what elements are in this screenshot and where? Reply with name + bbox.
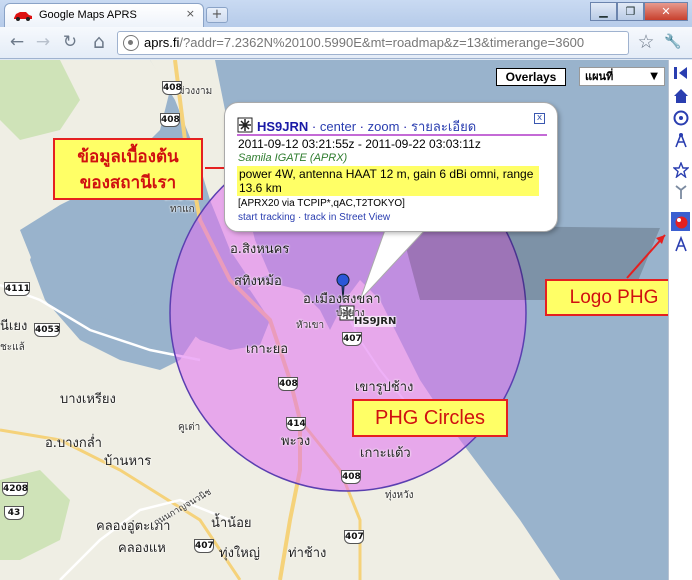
tracks-icon[interactable] — [671, 234, 690, 253]
map-canvas[interactable]: ม่วงงาม อ.สิงหนคร สทิงหม้อ อ.เมืองสงขลา … — [0, 60, 668, 580]
reload-icon[interactable]: ↻ — [59, 31, 81, 53]
tab-google-maps-aprs[interactable]: Google Maps APRS × — [4, 3, 204, 27]
home-icon[interactable]: ⌂ — [88, 31, 110, 53]
route-shield: 408 — [160, 113, 180, 127]
tool-sidebar — [668, 60, 692, 580]
tab-title: Google Maps APRS — [39, 9, 137, 21]
map-label: ท่าช้าง — [288, 546, 327, 561]
new-tab-button[interactable]: + — [206, 7, 228, 23]
car-icon — [14, 12, 32, 21]
map-label: พะวง — [281, 434, 311, 449]
map-label: ม่วงงาม — [178, 86, 213, 97]
separator: · — [311, 119, 317, 134]
phg-logo-icon[interactable] — [671, 212, 690, 231]
map-label: ทุ่งหวัง — [385, 490, 414, 501]
annotation-station-info: ข้อมูลเบื้องต้น ของสถานีเรา — [53, 138, 203, 200]
start-tracking-link[interactable]: start tracking — [238, 212, 295, 223]
wrench-menu-icon[interactable]: 🔧 — [662, 31, 684, 53]
street-view-link[interactable]: track in Street View — [304, 212, 390, 223]
annotation-line: ข้อมูลเบื้องต้น — [77, 147, 179, 166]
packet-path: [APRX20 via TCPIP*,qAC,T2TOKYO] — [238, 198, 405, 209]
url-host: aprs.fi — [144, 35, 180, 50]
map-label: ทุ่งใหญ่ — [219, 546, 260, 561]
separator: · — [298, 212, 302, 223]
address-url: aprs.fi/?addr=7.2362N%20100.5990E&mt=roa… — [144, 35, 584, 50]
map-label: เกาะแต้ว — [360, 446, 411, 461]
collapse-panel-icon[interactable] — [671, 63, 690, 82]
route-shield: 408 — [341, 470, 361, 484]
chevron-down-icon: ▼ — [650, 71, 658, 82]
route-shield: 407 — [344, 530, 364, 544]
tab-close-icon[interactable]: × — [186, 7, 195, 20]
restore-button[interactable]: ❐ — [617, 2, 644, 21]
minimize-button[interactable]: ▁ — [590, 2, 617, 21]
route-shield: 414 — [286, 417, 306, 431]
annotation-line: ของสถานีเรา — [79, 173, 177, 192]
annotation-phg-circles: PHG Circles — [352, 399, 508, 437]
map-label: น้ำน้อย — [211, 516, 252, 531]
route-shield: 4053 — [34, 323, 61, 337]
digipeater-icon[interactable] — [671, 182, 690, 201]
route-shield: 43 — [4, 506, 24, 520]
star-icon[interactable] — [671, 160, 690, 179]
map-label: ชะแล้ — [0, 342, 25, 353]
station-callsign-label[interactable]: HS9JRN — [354, 316, 397, 327]
time-range: 2011-09-12 03:21:55z - 2011-09-22 03:03:… — [238, 137, 481, 151]
route-shield: 407 — [342, 332, 362, 346]
separator: · — [403, 119, 408, 134]
zoom-link[interactable]: zoom — [368, 119, 400, 134]
route-shield: 4208 — [2, 482, 29, 496]
map-label: คูเต่า — [178, 422, 201, 433]
map-label: บางเหรียง — [60, 392, 116, 407]
map-type-value: แผนที่ — [585, 70, 614, 83]
forward-arrow-icon[interactable]: → — [32, 31, 54, 53]
map-label: เขารูปช้าง — [355, 380, 414, 395]
close-window-button[interactable]: ✕ — [644, 2, 688, 21]
map-label: ทาแก — [170, 204, 195, 215]
tracking-links: start tracking · track in Street View — [238, 212, 390, 223]
overlays-button[interactable]: Overlays — [496, 68, 566, 86]
station-comment: power 4W, antenna HAAT 12 m, gain 6 dBi … — [237, 166, 539, 196]
compass-icon[interactable] — [671, 108, 690, 127]
map-type-select[interactable]: แผนที่ ▼ — [579, 67, 665, 86]
infowindow-divider — [237, 134, 547, 136]
igate-label: Samila IGATE (APRX) — [238, 152, 348, 164]
map-label: อ.บางกล่ำ — [45, 436, 102, 451]
back-arrow-icon[interactable]: ← — [6, 31, 28, 53]
page-info-icon[interactable] — [123, 35, 139, 51]
route-shield: 4111 — [4, 282, 31, 296]
separator: · — [359, 119, 364, 134]
route-shield: 407 — [194, 539, 214, 553]
close-icon[interactable]: x — [534, 113, 545, 124]
route-shield: 408 — [278, 377, 298, 391]
station-info-window: HS9JRN · center · zoom · รายละเอียด x 20… — [224, 102, 558, 232]
bookmark-star-icon[interactable]: ☆ — [635, 31, 657, 53]
map-label: หัวเขา — [296, 320, 325, 331]
map-label: บ้านหาร — [104, 454, 152, 469]
map-label: เกาะยอ — [246, 342, 289, 357]
details-link[interactable]: รายละเอียด — [411, 119, 476, 134]
antenna-tower-icon[interactable] — [671, 130, 690, 149]
map-label: สทิงหม้อ — [234, 274, 282, 289]
annotation-logo-phg: Logo PHG — [545, 279, 668, 316]
map-label: นีเยง — [0, 319, 28, 334]
window-controls: ▁ ❐ ✕ — [590, 2, 688, 21]
map-label: คลองแห — [118, 541, 166, 556]
url-rest: /?addr=7.2362N%20100.5990E&mt=roadmap&z=… — [179, 35, 585, 50]
browser-window: Google Maps APRS × + ▁ ❐ ✕ ← → ↻ ⌂ aprs.… — [0, 0, 692, 580]
title-bar: Google Maps APRS × + ▁ ❐ ✕ — [0, 0, 692, 27]
route-shield: 408 — [162, 81, 182, 95]
center-link[interactable]: center — [320, 119, 356, 134]
map-label: อ.สิงหนคร — [230, 242, 290, 257]
browser-toolbar: ← → ↻ ⌂ aprs.fi/?addr=7.2362N%20100.5990… — [0, 27, 692, 59]
home-icon[interactable] — [671, 86, 690, 105]
callsign-link[interactable]: HS9JRN — [257, 119, 308, 134]
address-bar[interactable]: aprs.fi/?addr=7.2362N%20100.5990E&mt=roa… — [117, 31, 629, 55]
